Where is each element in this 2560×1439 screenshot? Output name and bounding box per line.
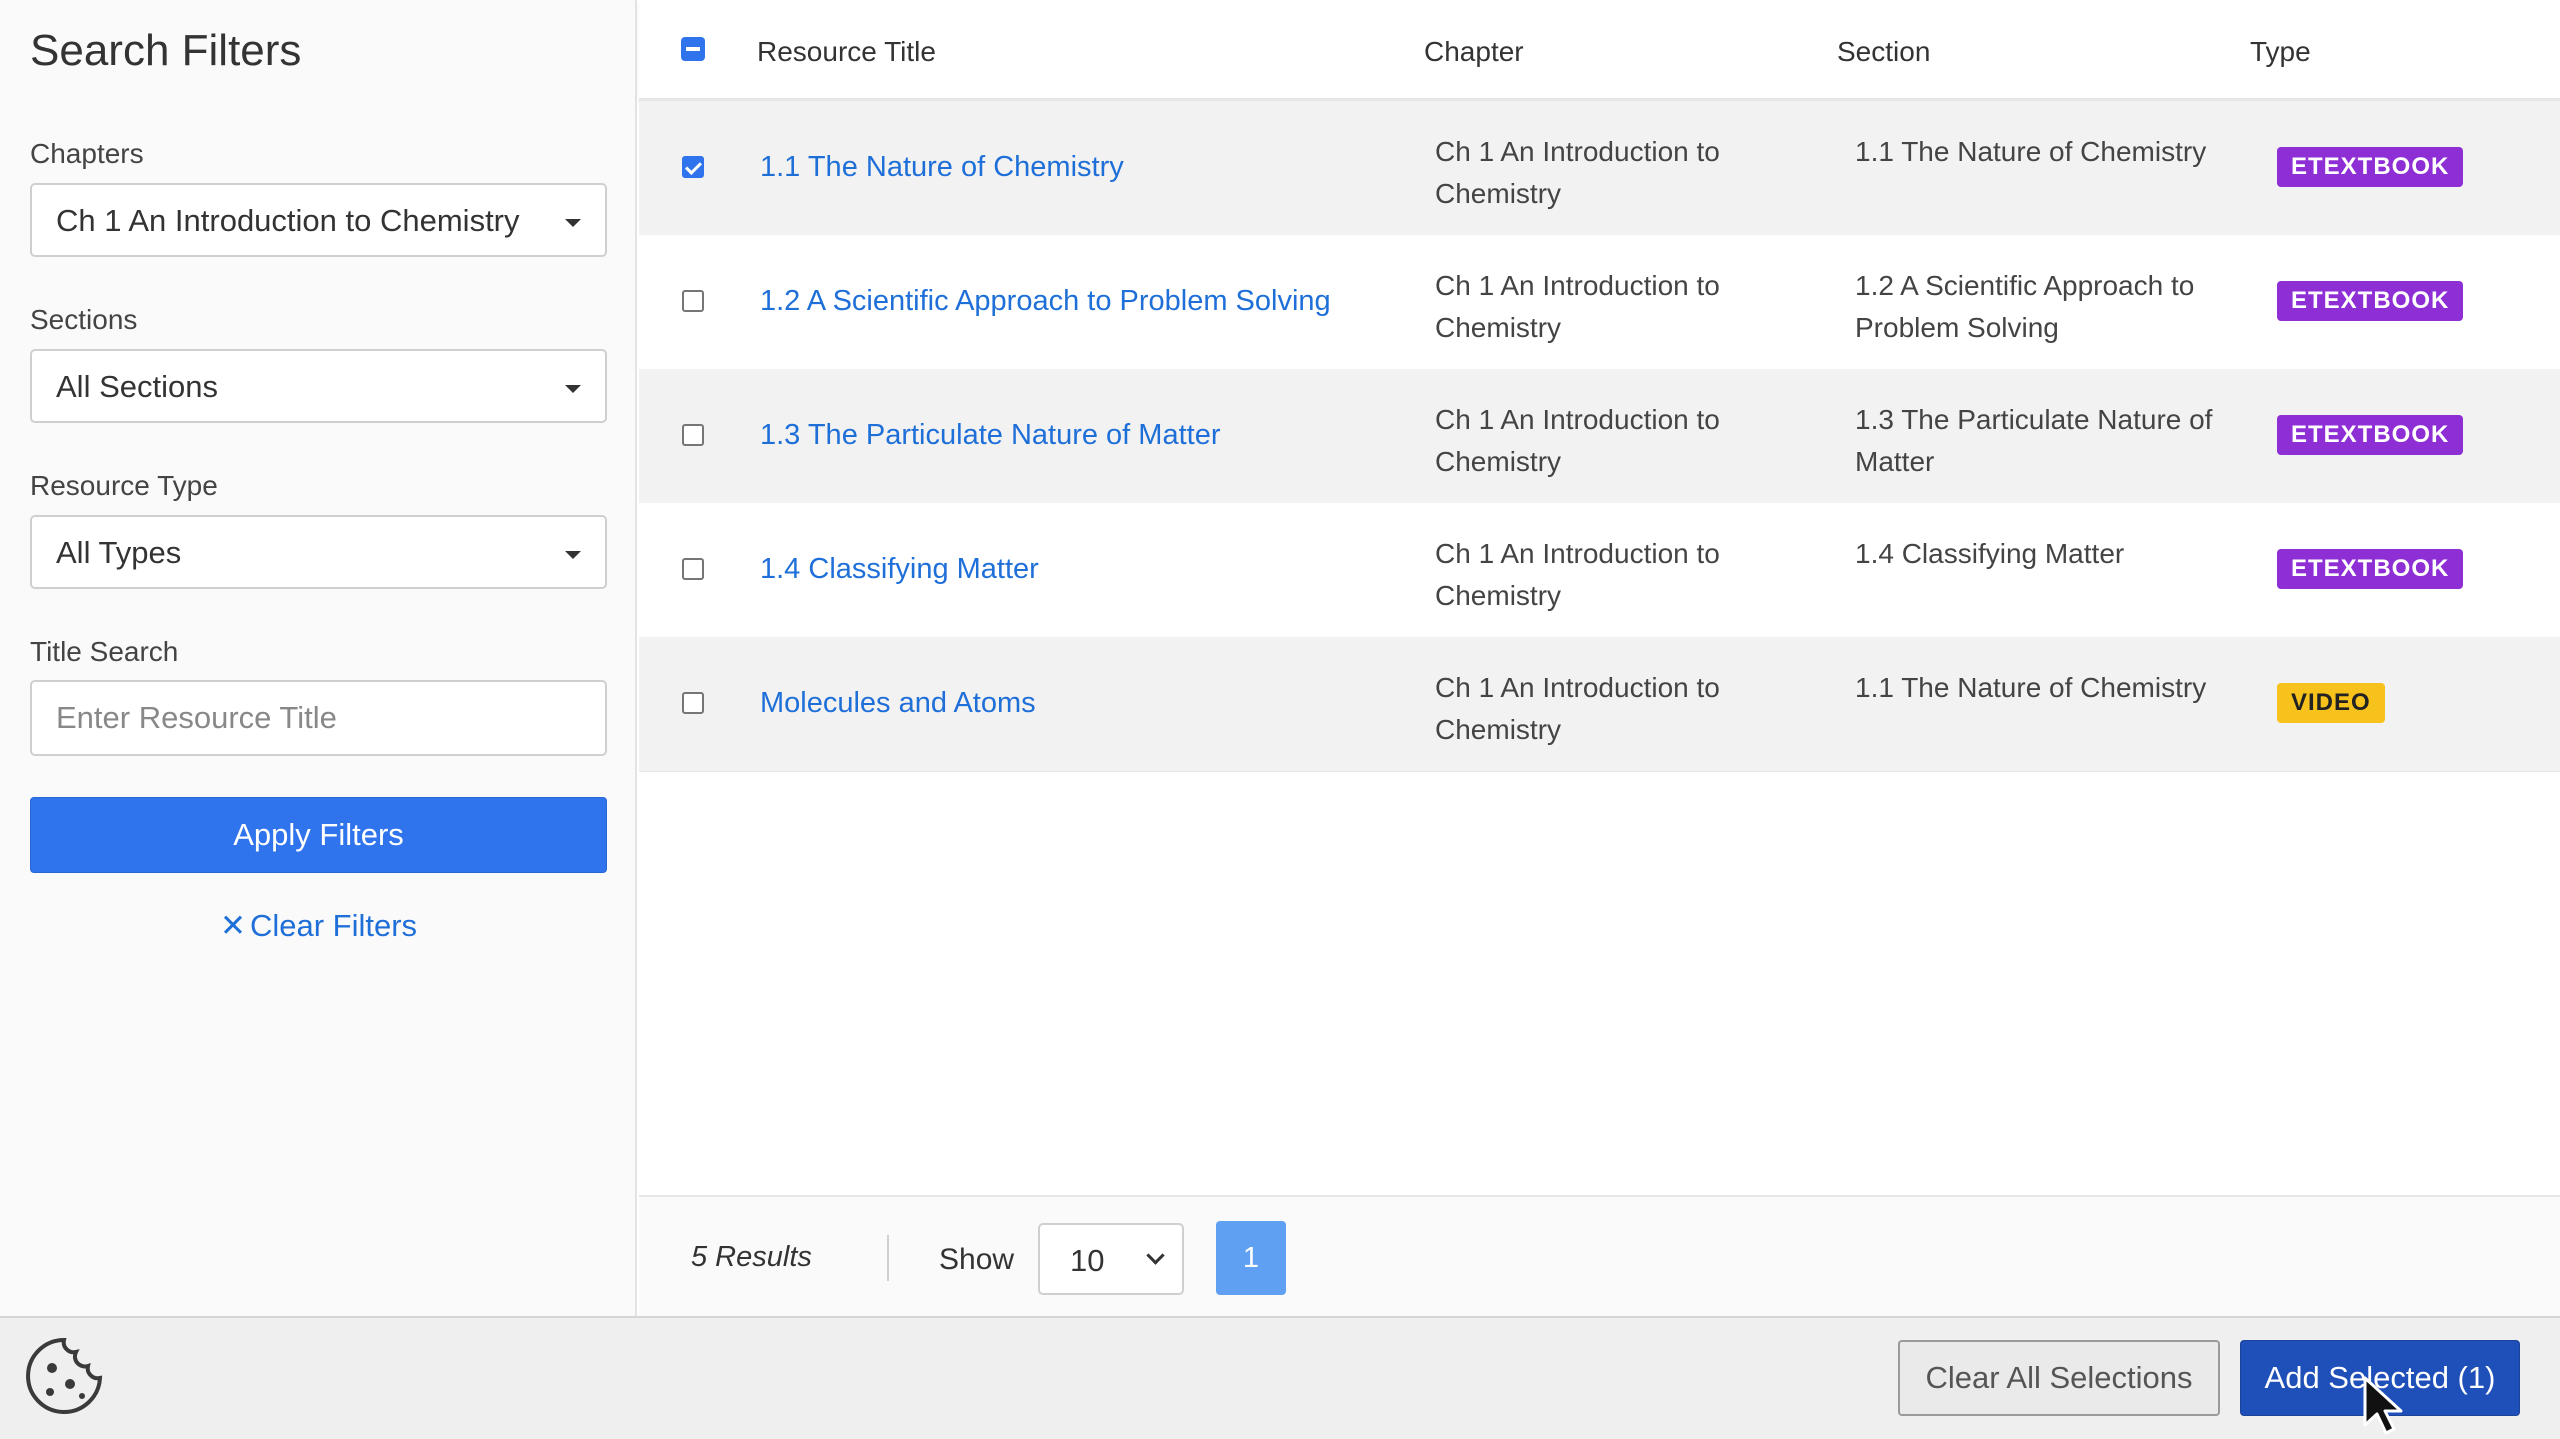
section-cell: 1.4 Classifying Matter (1855, 538, 2125, 569)
chapters-label: Chapters (30, 138, 144, 169)
column-header-section[interactable]: Section (1837, 36, 1930, 68)
table-row: 1.4 Classifying Matter Ch 1 An Introducti… (639, 503, 2560, 638)
column-header-type[interactable]: Type (2250, 36, 2311, 68)
section-cell: 1.2 A Scientific Approach to Problem Sol… (1855, 270, 2195, 343)
resource-title-link[interactable]: 1.4 Classifying Matter (760, 553, 1039, 586)
row-checkbox[interactable] (682, 558, 704, 580)
resource-type-select-value: All Types (56, 535, 182, 570)
type-badge: ETEXTBOOK (2277, 281, 2464, 321)
resource-type-select[interactable]: All Types (30, 515, 607, 589)
resource-type-label: Resource Type (30, 470, 218, 501)
clear-filters-label: Clear Filters (249, 908, 418, 943)
row-checkbox[interactable] (682, 290, 704, 312)
clear-all-selections-button[interactable]: Clear All Selections (1898, 1340, 2220, 1416)
cookie-icon[interactable] (22, 1334, 106, 1418)
caret-down-icon (565, 219, 581, 227)
chapters-select[interactable]: Ch 1 An Introduction to Chemistry (30, 183, 607, 257)
section-cell: 1.1 The Nature of Chemistry (1855, 672, 2207, 703)
chapter-cell: Ch 1 An Introduction to Chemistry (1435, 672, 1720, 745)
resource-title-link[interactable]: 1.3 The Particulate Nature of Matter (760, 419, 1220, 452)
divider (887, 1235, 889, 1281)
pagination-bar: 5 Results Show 10 1 (639, 1195, 2560, 1318)
resource-title-link[interactable]: 1.1 The Nature of Chemistry (760, 151, 1124, 184)
column-header-title[interactable]: Resource Title (757, 36, 936, 68)
results-count: 5 Results (691, 1241, 812, 1273)
row-checkbox[interactable] (682, 424, 704, 446)
table-row: 1.3 The Particulate Nature of Matter Ch 1… (639, 369, 2560, 504)
type-badge: VIDEO (2277, 683, 2385, 723)
page-button-1[interactable]: 1 (1216, 1221, 1286, 1295)
chapter-cell: Ch 1 An Introduction to Chemistry (1435, 270, 1720, 343)
chapter-cell: Ch 1 An Introduction to Chemistry (1435, 404, 1720, 477)
apply-filters-button[interactable]: Apply Filters (30, 797, 607, 873)
table-row: Molecules and Atoms Ch 1 An Introduction … (639, 637, 2560, 772)
caret-down-icon (565, 385, 581, 393)
section-cell: 1.3 The Particulate Nature of Matter (1855, 404, 2213, 477)
resource-title-link[interactable]: Molecules and Atoms (760, 687, 1036, 720)
close-icon: ✕ (219, 908, 246, 943)
sections-label: Sections (30, 304, 138, 335)
type-badge: ETEXTBOOK (2277, 549, 2464, 589)
resource-title-link[interactable]: 1.2 A Scientific Approach to Problem Sol… (760, 285, 1331, 318)
chevron-down-icon (1146, 1246, 1165, 1265)
chapter-cell: Ch 1 An Introduction to Chemistry (1435, 538, 1720, 611)
page-size-select[interactable]: 10 (1038, 1223, 1184, 1295)
chapters-select-value: Ch 1 An Introduction to Chemistry (56, 203, 520, 238)
row-checkbox[interactable] (682, 692, 704, 714)
select-all-checkbox[interactable] (681, 37, 705, 61)
sections-select-value: All Sections (56, 369, 218, 404)
sidebar-title: Search Filters (30, 26, 302, 75)
page-size-value: 10 (1070, 1243, 1105, 1278)
row-checkbox[interactable] (682, 156, 704, 178)
footer-bar: Clear All Selections Add Selected (1) (0, 1316, 2560, 1439)
title-search-label: Title Search (30, 636, 179, 667)
type-badge: ETEXTBOOK (2277, 415, 2464, 455)
search-filters-panel: Search Filters Chapters Ch 1 An Introduc… (0, 0, 637, 1316)
show-label: Show (939, 1243, 1015, 1276)
clear-filters-link[interactable]: ✕ Clear Filters (0, 908, 637, 944)
section-cell: 1.1 The Nature of Chemistry (1855, 136, 2207, 167)
title-search-input[interactable] (30, 680, 607, 756)
caret-down-icon (565, 551, 581, 559)
column-header-chapter[interactable]: Chapter (1424, 36, 1524, 68)
type-badge: ETEXTBOOK (2277, 147, 2464, 187)
mouse-cursor-icon (2363, 1376, 2403, 1435)
table-header: Resource Title Chapter Section Type (639, 0, 2560, 101)
chapter-cell: Ch 1 An Introduction to Chemistry (1435, 136, 1720, 209)
sections-select[interactable]: All Sections (30, 349, 607, 423)
table-row: 1.1 The Nature of Chemistry Ch 1 An Intro… (639, 101, 2560, 236)
table-row: 1.2 A Scientific Approach to Problem Sol… (639, 235, 2560, 370)
